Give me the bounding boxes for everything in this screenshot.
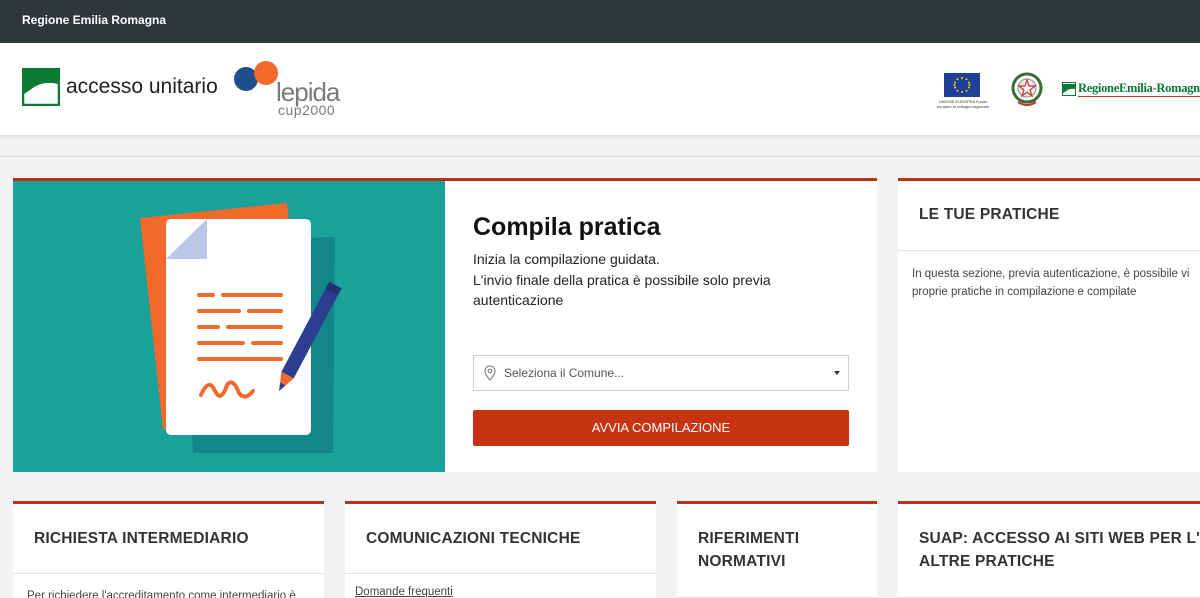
- regione-flag-icon[interactable]: [22, 68, 60, 106]
- lepida-subtitle: cup2000: [278, 102, 336, 118]
- eu-logo: UNIONE EUROPEA Fondo europeo di sviluppo…: [931, 73, 995, 113]
- document-pen-illustration-icon: [140, 203, 342, 453]
- richiesta-intermediario-text: Per richiedere l'accreditamento come int…: [27, 590, 296, 598]
- tue-pratiche-text: In questa sezione, previa autenticazione…: [912, 265, 1200, 301]
- tue-pratiche-title[interactable]: LE TUE PRATICHE: [919, 203, 1060, 226]
- suap-title[interactable]: SUAP: ACCESSO AI SITI WEB PER L'I ALTRE …: [919, 527, 1200, 573]
- riferimenti-normativi-header: RIFERIMENTI NORMATIVI: [677, 504, 877, 598]
- tue-pratiche-header: LE TUE PRATICHE: [898, 181, 1200, 251]
- richiesta-intermediario-title[interactable]: RICHIESTA INTERMEDIARIO: [34, 527, 249, 550]
- accesso-unitario-logo-text[interactable]: accesso unitario: [66, 75, 218, 99]
- domande-frequenti-link[interactable]: Domande frequenti: [355, 586, 453, 598]
- comunicazioni-tecniche-title[interactable]: COMUNICAZIONI TECNICHE: [366, 527, 581, 550]
- italian-republic-emblem-icon: [1011, 72, 1043, 106]
- compila-title: Compila pratica: [473, 213, 661, 241]
- compila-desc-line2: L'invio finale della pratica è possibile…: [473, 271, 771, 309]
- suap-card: SUAP: ACCESSO AI SITI WEB PER L'I ALTRE …: [898, 501, 1200, 598]
- comune-select[interactable]: Seleziona il Comune...: [473, 355, 849, 391]
- tue-pratiche-card: LE TUE PRATICHE In questa sezione, previ…: [898, 178, 1200, 472]
- map-pin-icon: [484, 365, 496, 381]
- riferimenti-title-line1: RIFERIMENTI: [698, 530, 800, 547]
- richiesta-intermediario-card: RICHIESTA INTERMEDIARIO Per richiedere l…: [13, 501, 324, 598]
- site-header: accesso unitario lepida cup2000 UNIONE E…: [0, 43, 1200, 135]
- chevron-down-icon: [834, 371, 840, 375]
- avvia-compilazione-button[interactable]: AVVIA COMPILAZIONE: [473, 410, 849, 446]
- header-divider: [0, 156, 1200, 157]
- top-bar: Regione Emilia Romagna: [0, 0, 1200, 43]
- riferimenti-normativi-title[interactable]: RIFERIMENTI NORMATIVI: [698, 527, 799, 573]
- rer-logo-text: RegioneEmilia-Romagna: [1078, 81, 1200, 97]
- riferimenti-normativi-card: RIFERIMENTI NORMATIVI: [677, 501, 877, 598]
- suap-header: SUAP: ACCESSO AI SITI WEB PER L'I ALTRE …: [898, 504, 1200, 598]
- suap-title-line1: SUAP: ACCESSO AI SITI WEB PER L'I: [919, 530, 1200, 547]
- comunicazioni-tecniche-card: COMUNICAZIONI TECNICHE Domande frequenti: [345, 501, 656, 598]
- suap-title-line2: ALTRE PRATICHE: [919, 553, 1055, 570]
- compila-desc-line1: Inizia la compilazione guidata.: [473, 251, 660, 267]
- eu-flag-icon: [944, 73, 980, 97]
- eu-caption: UNIONE EUROPEA Fondo europeo di sviluppo…: [936, 99, 990, 109]
- regione-emilia-romagna-logo[interactable]: RegioneEmilia-Romagna: [1062, 80, 1200, 100]
- tue-pratiche-line1: In questa sezione, previa autenticazione…: [912, 268, 1190, 280]
- tue-pratiche-line2: proprie pratiche in compilazione e compi…: [912, 286, 1137, 298]
- richiesta-intermediario-header: RICHIESTA INTERMEDIARIO: [13, 504, 324, 574]
- region-title: Regione Emilia Romagna: [22, 13, 167, 27]
- comunicazioni-tecniche-header: COMUNICAZIONI TECNICHE: [345, 504, 656, 574]
- compila-pratica-card: Compila pratica Inizia la compilazione g…: [13, 178, 877, 472]
- compila-description: Inizia la compilazione guidata. L'invio …: [473, 249, 793, 311]
- comune-select-placeholder: Seleziona il Comune...: [504, 366, 625, 380]
- rer-flag-icon: [1062, 82, 1076, 96]
- riferimenti-title-line2: NORMATIVI: [698, 553, 786, 570]
- document-illustration: [13, 181, 445, 472]
